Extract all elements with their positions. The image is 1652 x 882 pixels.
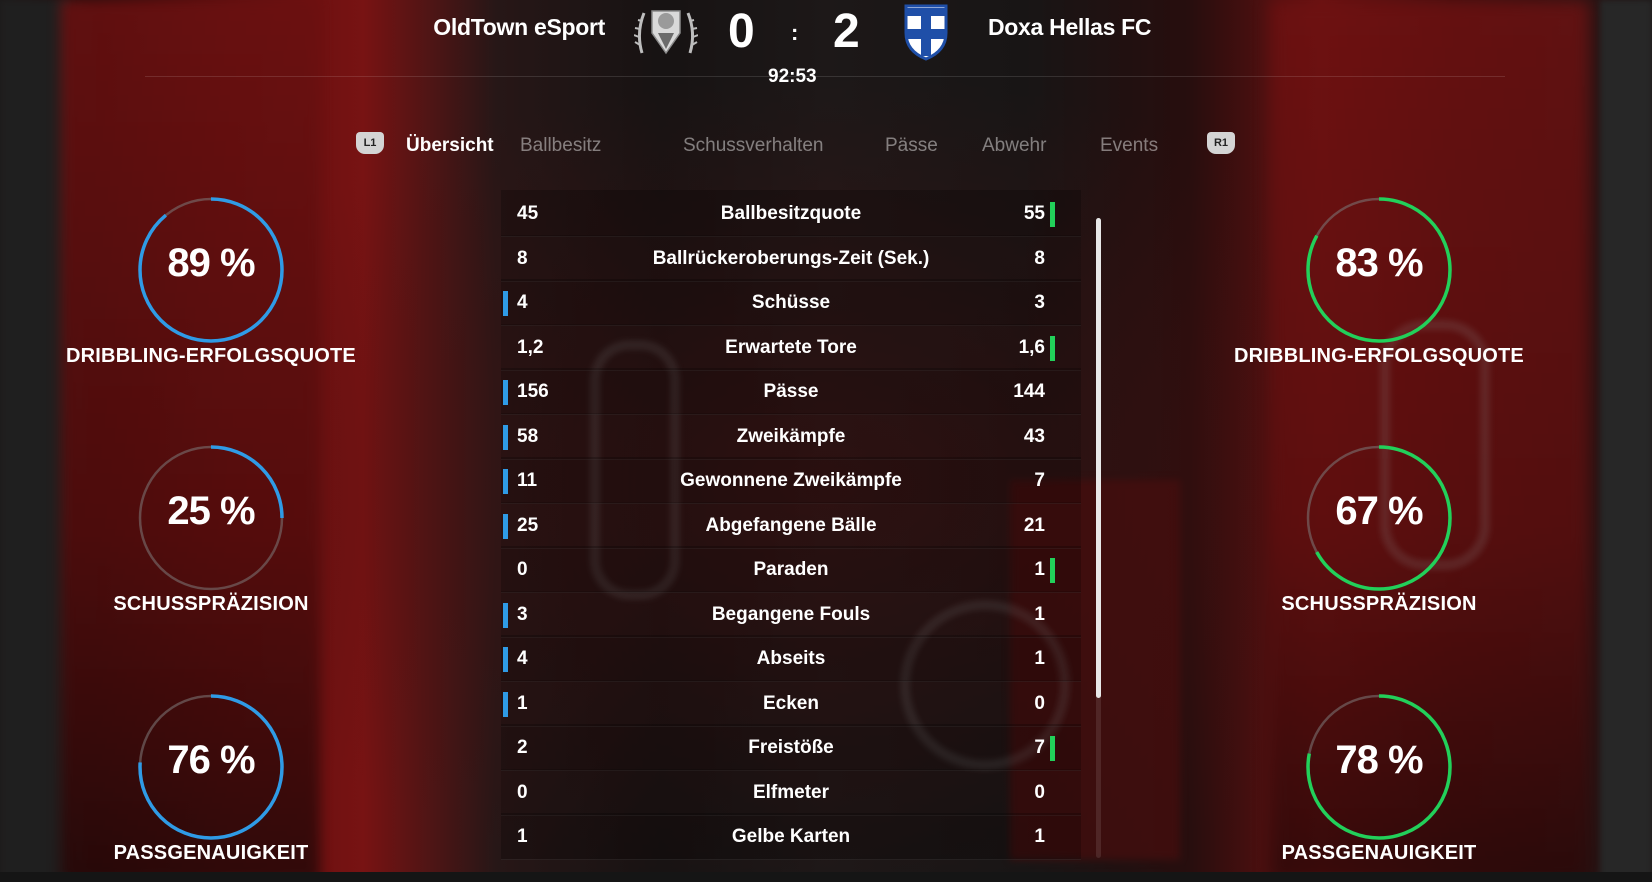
home-gauge-label: SCHUSSPRÄZISION xyxy=(113,593,309,615)
stat-away-value: 3 xyxy=(1034,292,1045,313)
home-team-name: OldTown eSport xyxy=(433,14,605,40)
gauge-percent: 78 % xyxy=(1335,738,1423,782)
stat-row: 45 Ballbesitzquote 55 xyxy=(501,190,1081,237)
stats-table: 45 Ballbesitzquote 55 8 Ballrückeroberungs-Z… xyxy=(501,190,1081,882)
stat-label: Ballbesitzquote xyxy=(720,203,862,224)
stat-label: Schüsse xyxy=(751,292,831,313)
tab-schussverhalten[interactable]: Schussverhalten xyxy=(683,135,823,157)
gauge-percent: 83 % xyxy=(1335,241,1423,285)
home-gauge-label: DRIBBLING-ERFOLGSQUOTE xyxy=(66,345,356,367)
stat-away-value: 55 xyxy=(1023,203,1045,224)
stat-row: 1 Gelbe Karten 1 xyxy=(501,813,1081,860)
away-leader-bar xyxy=(1050,202,1055,227)
stat-row: 4 Abseits 1 xyxy=(501,635,1081,682)
away-gauge: 78 % xyxy=(1304,692,1454,842)
home-gauge-label: PASSGENAUIGKEIT xyxy=(113,842,309,864)
stat-row: 156 Pässe 144 xyxy=(501,368,1081,415)
away-gauge-label: PASSGENAUIGKEIT xyxy=(1281,842,1477,864)
stat-away-value: 1 xyxy=(1034,559,1045,580)
gauge-percent: 76 % xyxy=(167,738,255,782)
away-gauge: 83 % xyxy=(1304,195,1454,345)
stat-row: 25 Abgefangene Bälle 21 xyxy=(501,501,1081,549)
gauge-percent: 67 % xyxy=(1335,489,1423,533)
home-gauge: 25 % xyxy=(136,443,286,593)
stat-row: 4 Schüsse 3 xyxy=(501,279,1081,326)
stat-row: 0 Paraden 1 xyxy=(501,546,1081,593)
away-gauge-label: SCHUSSPRÄZISION xyxy=(1281,593,1477,615)
away-leader-bar xyxy=(1050,736,1055,761)
tab-events[interactable]: Events xyxy=(1100,135,1158,157)
stat-away-value: 43 xyxy=(1023,425,1045,447)
tab-paesse[interactable]: Pässe xyxy=(885,135,938,157)
away-team-crest-icon xyxy=(904,4,948,61)
home-team-crest-icon xyxy=(634,10,698,55)
stat-away-value: 1 xyxy=(1034,826,1045,847)
home-gauge: 76 % xyxy=(136,692,286,842)
tab-ballbesitz[interactable]: Ballbesitz xyxy=(520,135,601,157)
stat-row: 8 Ballrückeroberungs-Zeit (Sek.) 8 xyxy=(501,234,1081,282)
home-gauge: 89 % xyxy=(136,195,286,345)
gauge-percent: 89 % xyxy=(167,241,255,285)
gauge-percent: 25 % xyxy=(167,489,255,533)
score-separator: : xyxy=(791,20,799,45)
stat-row: 58 Zweikämpfe 43 xyxy=(501,412,1081,460)
stat-away-value: 8 xyxy=(1034,247,1045,269)
tab-uebersicht[interactable]: Übersicht xyxy=(406,135,494,157)
stat-label: Abseits xyxy=(756,648,826,669)
stat-away-value: 7 xyxy=(1034,470,1045,491)
stat-away-value: 144 xyxy=(1013,381,1045,402)
stat-row: 2 Freistöße 7 xyxy=(501,724,1081,771)
stat-label: Ballrückeroberungs-Zeit (Sek.) xyxy=(652,247,930,269)
stat-away-value: 0 xyxy=(1034,692,1045,714)
l1-shoulder-icon[interactable]: L1 xyxy=(356,132,384,154)
away-leader-bar xyxy=(1050,335,1055,361)
stat-row: 1,2 Erwartete Tore 1,6 xyxy=(501,323,1081,371)
stat-label: Begangene Fouls xyxy=(711,603,871,625)
bottom-edge-bar xyxy=(0,872,1652,882)
stat-label: Ecken xyxy=(763,692,819,714)
stat-away-value: 7 xyxy=(1034,737,1045,758)
stat-row: 1 Ecken 0 xyxy=(501,679,1081,727)
r1-shoulder-icon[interactable]: R1 xyxy=(1207,132,1235,154)
stat-row: 11 Gewonnene Zweikämpfe 7 xyxy=(501,457,1081,504)
stat-away-value: 0 xyxy=(1034,781,1045,803)
stat-label: Abgefangene Bälle xyxy=(705,514,877,536)
stats-scrollbar-thumb[interactable] xyxy=(1096,218,1101,698)
stat-away-value: 1 xyxy=(1034,603,1045,625)
header-divider xyxy=(145,76,1505,77)
home-score: 0 xyxy=(728,5,755,58)
away-score: 2 xyxy=(833,5,860,58)
stat-label: Pässe xyxy=(763,381,819,402)
tab-abwehr[interactable]: Abwehr xyxy=(982,135,1046,157)
away-gauge-label: DRIBBLING-ERFOLGSQUOTE xyxy=(1234,345,1524,367)
stat-label: Freistöße xyxy=(748,737,834,758)
stat-label: Elfmeter xyxy=(752,781,830,803)
stat-away-value: 1 xyxy=(1034,648,1045,669)
away-gauge: 67 % xyxy=(1304,443,1454,593)
stat-row: 3 Begangene Fouls 1 xyxy=(501,590,1081,638)
stat-label: Zweikämpfe xyxy=(736,425,846,447)
match-clock: 92:53 xyxy=(768,66,817,87)
stat-row: 0 Elfmeter 0 xyxy=(501,768,1081,816)
away-team-name: Doxa Hellas FC xyxy=(988,14,1152,40)
stat-label: Gewonnene Zweikämpfe xyxy=(680,470,902,491)
stat-label: Erwartete Tore xyxy=(725,336,857,358)
stat-label: Paraden xyxy=(753,559,829,580)
stat-label: Gelbe Karten xyxy=(731,826,851,847)
stat-away-value: 21 xyxy=(1023,514,1045,536)
stat-away-value: 1,6 xyxy=(1018,336,1045,358)
away-leader-bar xyxy=(1050,558,1055,583)
scoreboard: OldTown eSport 0 : 2 Doxa Hellas FC 92:5… xyxy=(0,0,1652,100)
